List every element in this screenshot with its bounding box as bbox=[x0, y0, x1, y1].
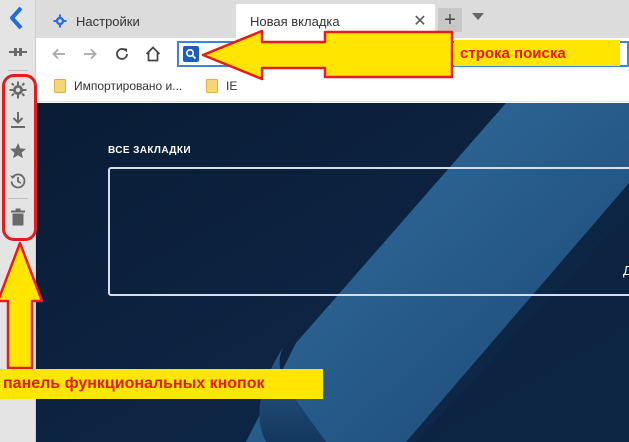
search-icon bbox=[183, 46, 199, 62]
reload-icon bbox=[116, 48, 128, 60]
bookmark-label: IE bbox=[226, 79, 238, 93]
bookmark-label: Импортировано и... bbox=[74, 79, 183, 93]
pin-icon[interactable] bbox=[6, 40, 30, 64]
bookmarks-bar: Импортировано и... IE bbox=[36, 70, 629, 102]
all-bookmarks-heading: ВСЕ ЗАКЛАДКИ bbox=[108, 145, 191, 156]
folder-icon bbox=[54, 79, 66, 93]
tab-title: Новая вкладка bbox=[250, 13, 340, 29]
browser-window: ВСЕ ЗАКЛАДКИ Д Настройки ✕ bbox=[0, 0, 629, 442]
annotation-panel-label: панель функциональных кнопок bbox=[0, 369, 323, 399]
tab-title: Настройки bbox=[76, 13, 140, 29]
gear-icon bbox=[52, 13, 68, 29]
bookmark-folder-imported[interactable]: Импортировано и... bbox=[54, 76, 182, 96]
back-button[interactable] bbox=[46, 41, 72, 67]
tab-strip: Настройки ✕ Новая вкладка ✕ + bbox=[36, 0, 629, 38]
reload-button[interactable] bbox=[109, 41, 135, 67]
folder-icon bbox=[206, 79, 218, 93]
bookmark-folder-ie[interactable]: IE bbox=[206, 76, 237, 96]
forward-button[interactable] bbox=[77, 41, 103, 67]
arrow-right-icon bbox=[84, 48, 97, 60]
close-icon[interactable]: ✕ bbox=[411, 12, 429, 30]
arrow-left-icon bbox=[52, 48, 65, 60]
browser-logo-icon[interactable] bbox=[6, 6, 30, 30]
chevron-down-icon[interactable] bbox=[472, 13, 484, 20]
bookmarks-panel-text: Д bbox=[623, 263, 629, 278]
tab-new-tab[interactable]: Новая вкладка ✕ bbox=[236, 4, 435, 38]
home-icon bbox=[145, 46, 161, 62]
home-button[interactable] bbox=[140, 41, 166, 67]
annotation-search-bar-label: строка поиска bbox=[454, 40, 620, 66]
new-tab-button[interactable]: + bbox=[438, 8, 462, 32]
bookmarks-panel[interactable] bbox=[108, 167, 629, 296]
divider bbox=[8, 70, 28, 71]
annotation-highlight-panel bbox=[2, 74, 37, 241]
